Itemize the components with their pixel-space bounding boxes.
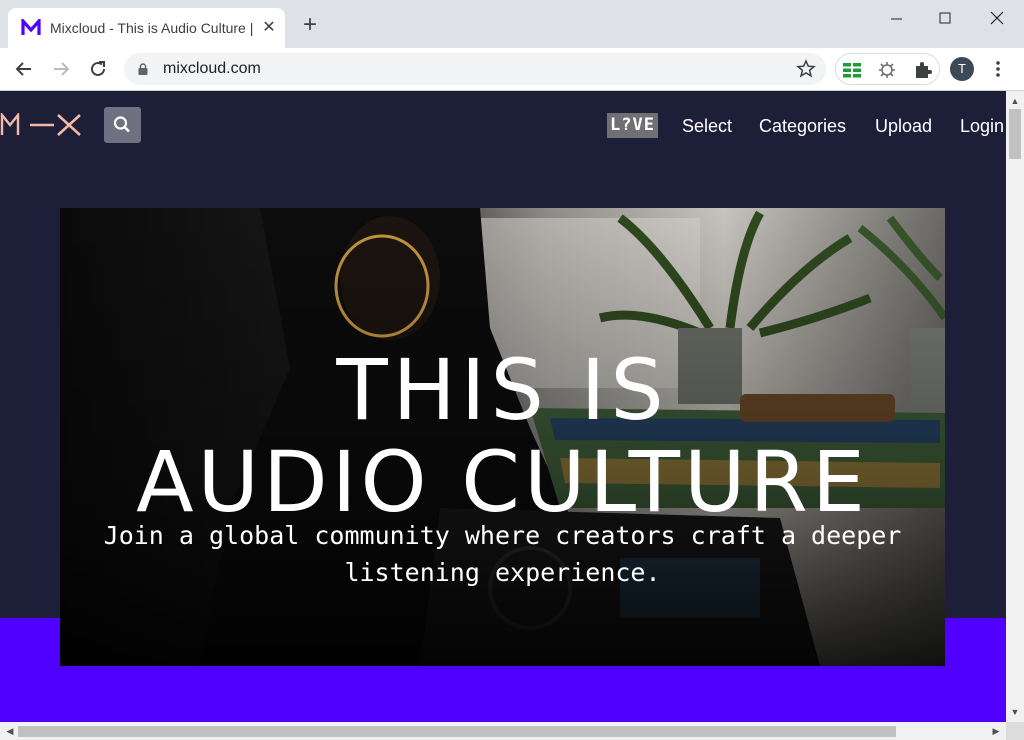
bookmark-star-icon[interactable] — [796, 59, 816, 79]
back-arrow-icon[interactable] — [12, 57, 36, 81]
vertical-scroll-thumb[interactable] — [1009, 109, 1021, 159]
hero-title-line2: AUDIO CULTURE — [136, 433, 869, 531]
minimize-icon[interactable] — [877, 4, 917, 32]
grid-extension-icon[interactable] — [842, 60, 862, 80]
horizontal-scrollbar[interactable]: ◀ ▶ — [0, 722, 1006, 740]
browser-tab-strip: Mixcloud - This is Audio Culture | Mixcl… — [0, 0, 1024, 48]
hero-subtitle-line2: listening experience. — [344, 558, 661, 587]
maximize-icon[interactable] — [925, 4, 965, 32]
search-icon — [113, 116, 130, 133]
nav-login-link[interactable]: Login — [960, 115, 1004, 137]
extensions-puzzle-icon[interactable] — [913, 60, 933, 80]
reload-icon[interactable] — [86, 57, 110, 81]
extensions-group — [835, 53, 940, 85]
scroll-up-icon[interactable]: ▲ — [1006, 93, 1024, 109]
scroll-down-icon[interactable]: ▼ — [1006, 704, 1024, 720]
scroll-right-icon[interactable]: ▶ — [988, 722, 1004, 740]
nav-select-link[interactable]: Select — [682, 115, 732, 137]
forward-arrow-icon[interactable] — [49, 57, 73, 81]
scroll-left-icon[interactable]: ◀ — [2, 722, 18, 740]
nav-categories-link[interactable]: Categories — [759, 115, 846, 137]
hero-title-line1: THIS IS — [336, 341, 669, 439]
vertical-scrollbar[interactable]: ▲ ▼ — [1006, 91, 1024, 722]
tab-close-icon[interactable]: ✕ — [259, 18, 279, 38]
url-text: mixcloud.com — [163, 60, 261, 77]
hero-subtitle-line1: Join a global community where creators c… — [103, 521, 902, 550]
lock-icon — [138, 63, 148, 75]
scrollbar-corner — [1006, 722, 1024, 740]
hero-subtitle: Join a global community where creators c… — [100, 517, 905, 591]
horizontal-scroll-thumb[interactable] — [18, 726, 896, 737]
site-search-button[interactable] — [104, 107, 141, 143]
mixcloud-favicon-icon — [21, 19, 41, 35]
mixcloud-page: L?VE Select Categories Upload Login THIS… — [0, 91, 1006, 722]
tab-title: Mixcloud - This is Audio Culture | Mixcl… — [50, 20, 255, 36]
mixcloud-logo[interactable] — [0, 113, 82, 137]
browser-menu-icon[interactable] — [990, 57, 1006, 81]
window-close-icon[interactable] — [977, 4, 1017, 32]
address-bar[interactable]: mixcloud.com — [124, 53, 826, 85]
new-tab-button[interactable]: + — [298, 13, 322, 38]
bug-extension-icon[interactable] — [877, 60, 897, 80]
nav-live-link[interactable]: L?VE — [607, 113, 658, 138]
hero-banner: THIS IS AUDIO CULTURE Join a global comm… — [60, 208, 945, 666]
profile-avatar[interactable]: T — [950, 57, 974, 81]
browser-toolbar: mixcloud.com T — [0, 48, 1024, 91]
browser-tab[interactable]: Mixcloud - This is Audio Culture | Mixcl… — [8, 8, 285, 48]
nav-upload-link[interactable]: Upload — [875, 115, 932, 137]
